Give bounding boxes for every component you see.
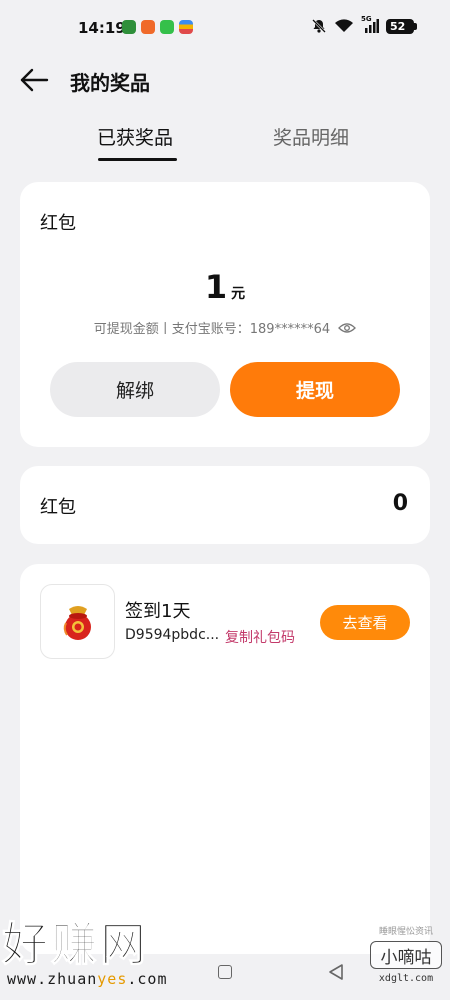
- phone-app-icon: [160, 20, 174, 34]
- battery-icon: 52: [386, 18, 417, 34]
- watermark-right-caption: 睡眼惺忪资讯: [378, 927, 433, 937]
- prize-list-card: 签到1天 D9594pbdc... 复制礼包码 去查看: [20, 564, 430, 954]
- eye-hidden-icon[interactable]: [338, 322, 357, 334]
- active-tab-indicator: [98, 158, 177, 161]
- watermark-left: 好赚网 www.zhuanyes.com: [2, 917, 168, 989]
- app-green-icon: [122, 20, 136, 34]
- status-bar: 14:19 5G 52: [0, 0, 450, 58]
- account-info: 可提现金额丨支付宝账号：189******64: [20, 318, 430, 337]
- prize-code: D9594pbdc...: [125, 627, 220, 643]
- status-app-icons: [122, 20, 193, 34]
- status-right: 5G 52: [311, 15, 417, 34]
- back-arrow-icon[interactable]: [18, 66, 50, 94]
- account-text: 可提现金额丨支付宝账号：189******64: [93, 322, 331, 337]
- view-prize-button[interactable]: 去查看: [320, 605, 410, 640]
- redpacket-count-value: 0: [392, 491, 408, 516]
- wallet-app-icon: [179, 20, 193, 34]
- watermark-right: 睡眼惺忪资讯 小嘀咕 xdglt.com: [366, 924, 446, 984]
- watermark-right-url: xdglt.com: [378, 973, 434, 984]
- nav-home-icon[interactable]: [218, 965, 232, 979]
- redpacket-count-label: 红包: [40, 497, 76, 518]
- bell-off-icon: [312, 19, 326, 33]
- redpacket-balance-card: 红包 1元 可提现金额丨支付宝账号：189******64 解绑 提现: [20, 182, 430, 447]
- prize-name: 签到1天: [125, 601, 191, 622]
- watermark-left-url: www.zhuanyes.com: [7, 970, 168, 988]
- redpacket-card-title: 红包: [40, 213, 76, 234]
- tab-obtained-prizes[interactable]: 已获奖品: [97, 123, 173, 150]
- redpacket-count-card[interactable]: 红包 0: [20, 466, 430, 544]
- signal-icon: 5G: [361, 15, 379, 34]
- nav-back-icon[interactable]: [327, 963, 345, 981]
- copy-gift-code-link[interactable]: 复制礼包码: [225, 627, 295, 647]
- status-time: 14:19: [78, 19, 126, 37]
- header: 我的奖品: [0, 58, 450, 104]
- tab-prize-details[interactable]: 奖品明细: [273, 123, 349, 150]
- unbind-button[interactable]: 解绑: [50, 362, 220, 417]
- withdraw-button[interactable]: 提现: [230, 362, 400, 417]
- watermark-right-logo: 小嘀咕: [370, 941, 442, 969]
- gift-bag-icon: [63, 605, 91, 640]
- amount-display: 1元: [20, 268, 430, 306]
- page-title: 我的奖品: [70, 71, 150, 95]
- tab-bar: 已获奖品 奖品明细: [0, 118, 450, 168]
- amount-unit: 元: [231, 286, 246, 302]
- prize-thumbnail: [40, 584, 115, 659]
- watermark-left-logo: 好赚网: [2, 917, 149, 971]
- withdrawable-amount: 1: [204, 268, 228, 306]
- app-orange-icon: [141, 20, 155, 34]
- wifi-icon: [335, 19, 353, 32]
